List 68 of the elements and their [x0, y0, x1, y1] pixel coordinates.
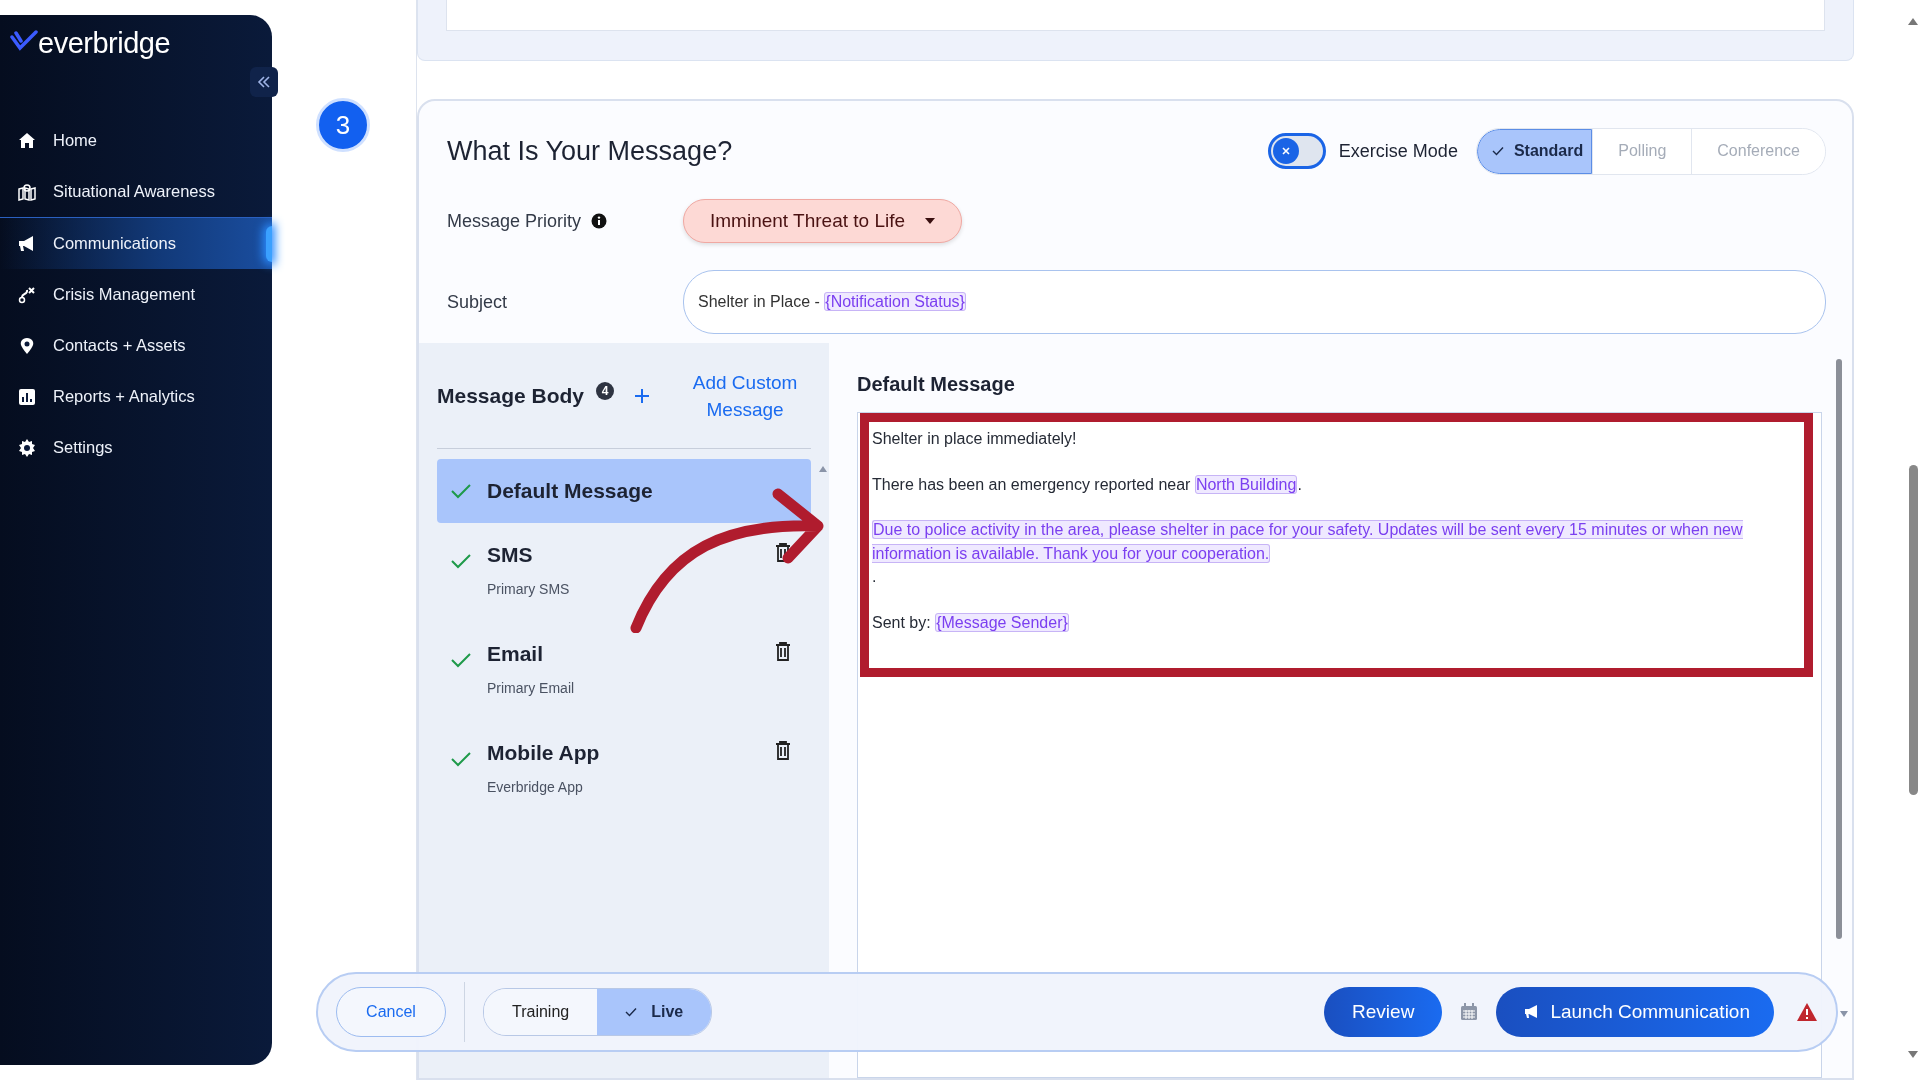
message-text: Sent by: {Message Sender} — [872, 611, 1070, 634]
info-icon — [591, 213, 608, 229]
step-number: 3 — [316, 98, 370, 152]
section-title: What Is Your Message? — [447, 135, 734, 167]
map-icon — [18, 182, 36, 201]
item-subtitle: Everbridge App — [487, 779, 584, 795]
message-text: Shelter in place immediately! — [872, 429, 1078, 449]
home-icon — [18, 131, 36, 150]
sidebar-item[interactable]: Crisis Management — [0, 269, 272, 320]
message-type-item[interactable]: Email Primary Email — [437, 642, 811, 741]
sidebar-item[interactable]: Reports + Analytics — [0, 371, 272, 422]
delete-button[interactable] — [775, 543, 791, 563]
item-title: SMS — [487, 543, 534, 567]
caret-down-icon — [925, 218, 936, 224]
field-label: Subject — [447, 291, 509, 313]
sidebar-item[interactable]: Home — [0, 115, 272, 166]
message-text: . — [872, 567, 878, 587]
checkmark-icon — [625, 1007, 638, 1017]
count-badge: 4 — [596, 381, 615, 400]
megaphone-icon — [18, 234, 36, 253]
message-text: There has been an emergency reported near North Building. — [872, 473, 1303, 496]
route-icon — [18, 285, 36, 304]
item-title: Mobile App — [487, 741, 601, 765]
scroll-down-icon — [1840, 1011, 1848, 1017]
message-text: Due to police activity in the area, please shelter in pace for your safety. Updates will be sent every 15 minutes or when new information is available. Thank you for your cooperation. — [872, 519, 1744, 565]
add-custom-message-link[interactable]: Add Custom Message — [680, 368, 811, 423]
launch-communication-button[interactable]: Launch Communication — [1496, 987, 1774, 1037]
scroll-up-icon — [819, 466, 827, 472]
scrollbar-thumb[interactable] — [1908, 465, 1918, 795]
settings-icon — [18, 438, 36, 457]
priority-dropdown[interactable]: Imminent Threat to Life — [683, 199, 963, 243]
scroll-up-icon — [1908, 18, 1918, 25]
sidebar-item[interactable]: Contacts + Assets — [0, 320, 272, 371]
editor-title: Default Message — [857, 373, 1016, 396]
toggle-label: Exercise Mode — [1338, 140, 1458, 162]
field-label: Message Priority — [447, 210, 582, 232]
mode-tab[interactable]: Live — [597, 989, 712, 1035]
collapse-button[interactable] — [250, 67, 278, 97]
message-type-item[interactable]: Default Message — [437, 459, 811, 523]
item-subtitle: Primary Email — [487, 680, 576, 696]
sidebar-item[interactable]: Settings — [0, 422, 272, 473]
mode-tab[interactable]: Standard — [1476, 128, 1593, 174]
item-title: Email — [487, 642, 545, 666]
checkmark-icon — [1491, 146, 1504, 156]
cancel-button[interactable]: Cancel — [336, 987, 446, 1037]
scrollbar-thumb[interactable] — [1836, 359, 1842, 939]
scroll-down-icon — [1908, 1051, 1918, 1058]
message-type-item[interactable]: Mobile App Everbridge App — [437, 741, 811, 840]
active-indicator — [266, 226, 272, 262]
item-subtitle: Primary SMS — [487, 581, 571, 597]
subject-field[interactable]: Shelter in Place - {Notification Status} — [683, 270, 1826, 334]
delete-button[interactable] — [775, 741, 791, 761]
message-type-item[interactable]: SMS Primary SMS — [437, 543, 811, 642]
warning-icon — [1796, 1002, 1818, 1022]
panel-title: Message Body — [437, 383, 585, 408]
item-title: Default Message — [487, 479, 654, 503]
location-pin-icon — [18, 336, 36, 355]
sidebar-item[interactable]: Situational Awareness — [0, 166, 272, 217]
sidebar-item[interactable]: Communications — [0, 217, 272, 269]
review-button[interactable]: Review — [1324, 987, 1443, 1037]
bar-chart-icon — [18, 387, 36, 406]
logo-mark-icon — [10, 29, 38, 51]
delete-button[interactable] — [775, 642, 791, 662]
close-icon — [1280, 146, 1291, 156]
logo: everbridge — [38, 27, 171, 59]
double-chevron-left-icon — [257, 76, 271, 88]
exercise-mode-toggle[interactable] — [1267, 133, 1326, 169]
calendar-button[interactable] — [1460, 1003, 1479, 1021]
